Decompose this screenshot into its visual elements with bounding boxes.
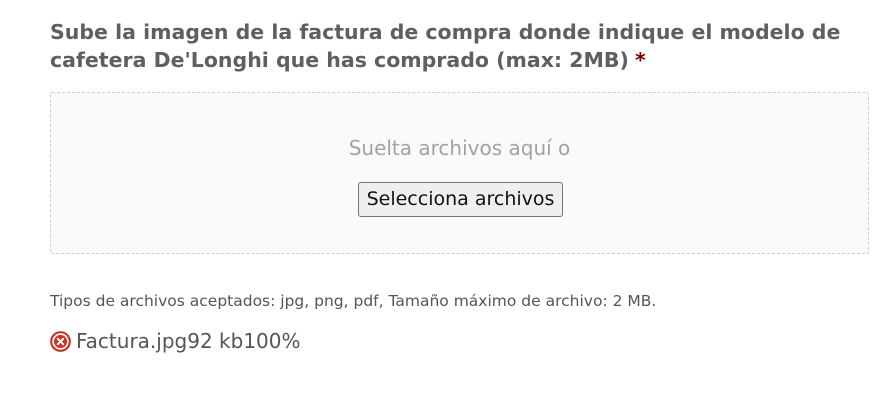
accepted-file-types-hint: Tipos de archivos aceptados: jpg, png, p… (50, 292, 657, 310)
uploaded-file-item: Factura.jpg 92 kb 100% (50, 327, 301, 355)
file-size: 92 kb (187, 329, 244, 353)
field-label-text: Sube la imagen de la factura de compra d… (50, 20, 841, 72)
field-label: Sube la imagen de la factura de compra d… (50, 18, 870, 74)
file-name: Factura.jpg (76, 329, 188, 353)
upload-progress: 100% (243, 329, 301, 353)
drop-instructions: Suelta archivos aquí o (348, 136, 571, 160)
file-upload-field: Sube la imagen de la factura de compra d… (0, 0, 872, 394)
select-files-button[interactable]: Selecciona archivos (358, 182, 563, 217)
file-dropzone[interactable]: Suelta archivos aquí o Selecciona archiv… (50, 92, 869, 254)
remove-circle-x-icon[interactable] (50, 330, 71, 352)
required-marker: * (634, 48, 646, 72)
